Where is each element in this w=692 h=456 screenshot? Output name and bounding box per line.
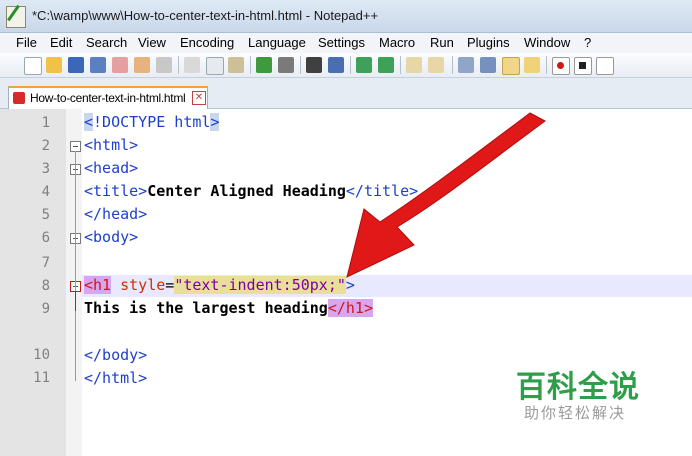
menu-file[interactable]: File bbox=[16, 35, 37, 50]
zoom-out-icon[interactable] bbox=[378, 57, 394, 73]
menu-window[interactable]: Window bbox=[524, 35, 570, 50]
save-all-icon[interactable] bbox=[90, 57, 106, 73]
watermark-title: 百科全说 bbox=[516, 370, 640, 405]
close-icon[interactable] bbox=[112, 57, 128, 73]
copy-icon[interactable] bbox=[206, 57, 224, 75]
toolbar-separator bbox=[452, 56, 453, 74]
play-macro-icon[interactable] bbox=[596, 57, 614, 75]
toolbar-separator bbox=[300, 56, 301, 74]
tab-label: How-to-center-text-in-html.html bbox=[30, 91, 186, 105]
menu-macro[interactable]: Macro bbox=[379, 35, 415, 50]
zoom-in-icon[interactable] bbox=[356, 57, 372, 73]
toolbar-separator bbox=[250, 56, 251, 74]
sync-v-icon[interactable] bbox=[406, 57, 422, 73]
new-file-icon[interactable] bbox=[24, 57, 42, 75]
watermark-subtitle: 助你轻松解决 bbox=[524, 404, 627, 422]
open-file-icon[interactable] bbox=[46, 57, 62, 73]
toolbar-separator bbox=[350, 56, 351, 74]
menu-edit[interactable]: Edit bbox=[50, 35, 72, 50]
toolbar-separator bbox=[546, 56, 547, 74]
all-chars-icon[interactable] bbox=[480, 57, 496, 73]
redo-icon[interactable] bbox=[278, 57, 294, 73]
menu-settings[interactable]: Settings bbox=[318, 35, 365, 50]
stop-macro-icon[interactable] bbox=[574, 57, 592, 75]
menu-language[interactable]: Language bbox=[248, 35, 306, 50]
toolbar-separator bbox=[400, 56, 401, 74]
menu-bar: File Edit Search View Encoding Language … bbox=[0, 33, 692, 53]
tab-bar: How-to-center-text-in-html.html ✕ bbox=[0, 78, 692, 109]
close-all-icon[interactable] bbox=[134, 57, 150, 73]
modified-file-icon bbox=[13, 92, 25, 104]
menu-view[interactable]: View bbox=[138, 35, 166, 50]
print-icon[interactable] bbox=[156, 57, 172, 73]
cut-icon[interactable] bbox=[184, 57, 200, 73]
window-title: *C:\wamp\www\How-to-center-text-in-html.… bbox=[32, 8, 379, 23]
menu-encoding[interactable]: Encoding bbox=[180, 35, 234, 50]
paste-icon[interactable] bbox=[228, 57, 244, 73]
toolbar bbox=[0, 53, 692, 78]
menu-help[interactable]: ? bbox=[584, 35, 591, 50]
title-bar: *C:\wamp\www\How-to-center-text-in-html.… bbox=[0, 0, 692, 33]
replace-icon[interactable] bbox=[328, 57, 344, 73]
toolbar-separator bbox=[178, 56, 179, 74]
indent-guide-icon[interactable] bbox=[502, 57, 520, 75]
undo-icon[interactable] bbox=[256, 57, 272, 73]
close-tab-icon[interactable]: ✕ bbox=[192, 91, 206, 105]
sync-h-icon[interactable] bbox=[428, 57, 444, 73]
lang-icon[interactable] bbox=[524, 57, 540, 73]
record-macro-icon[interactable] bbox=[552, 57, 570, 75]
menu-plugins[interactable]: Plugins bbox=[467, 35, 510, 50]
save-icon[interactable] bbox=[68, 57, 84, 73]
find-icon[interactable] bbox=[306, 57, 322, 73]
wrap-icon[interactable] bbox=[458, 57, 474, 73]
menu-search[interactable]: Search bbox=[86, 35, 127, 50]
tab-how-to-center-text-in-html[interactable]: How-to-center-text-in-html.html ✕ bbox=[8, 86, 208, 109]
notepad-plus-plus-icon bbox=[6, 6, 26, 28]
menu-run[interactable]: Run bbox=[430, 35, 454, 50]
